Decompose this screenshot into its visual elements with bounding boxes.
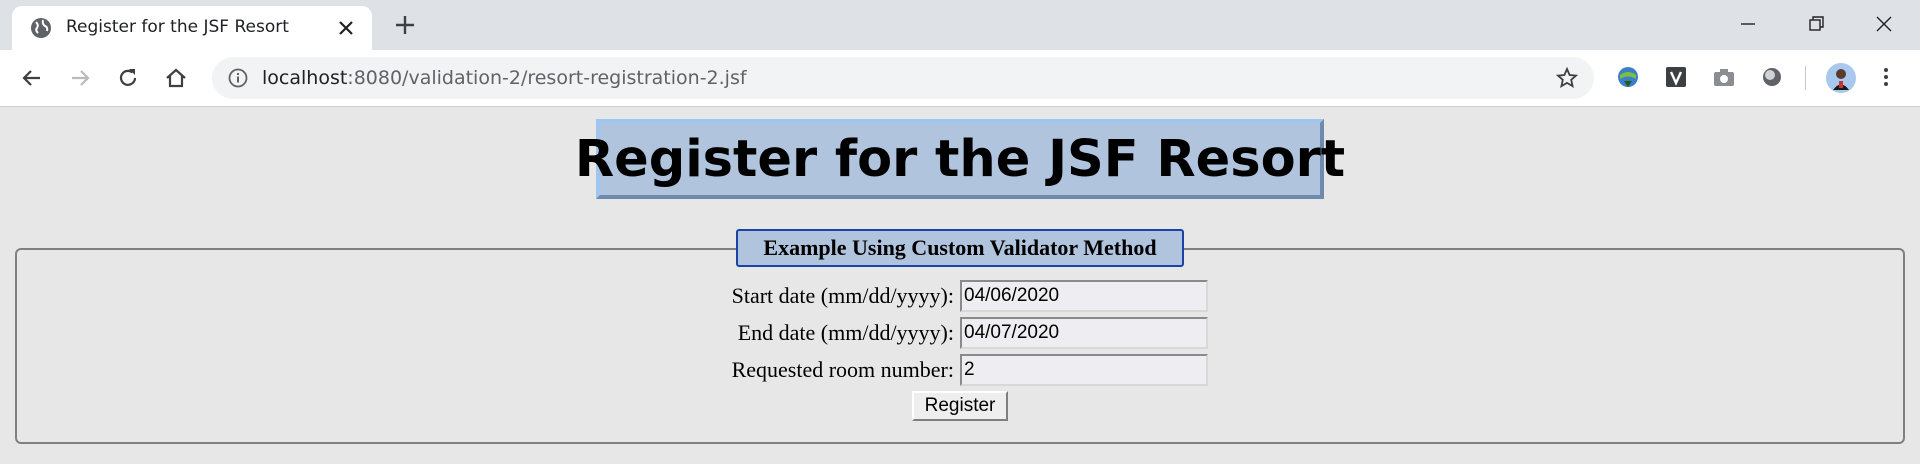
url-host: localhost	[262, 67, 348, 89]
circle-extension-icon[interactable]	[1758, 63, 1786, 91]
bookmark-star-icon[interactable]	[1556, 67, 1578, 89]
home-icon[interactable]	[162, 64, 190, 92]
close-window-icon[interactable]	[1870, 10, 1898, 38]
globe-icon	[31, 18, 51, 38]
toolbar-separator	[1805, 66, 1806, 90]
page-content: Register for the JSF Resort Example Usin…	[0, 107, 1920, 464]
room-number-label: Requested room number:	[731, 357, 954, 382]
start-date-label: Start date (mm/dd/yyyy):	[731, 283, 954, 308]
room-number-input[interactable]	[960, 354, 1208, 386]
back-arrow-icon[interactable]	[18, 64, 46, 92]
page-title: Register for the JSF Resort	[574, 129, 1346, 189]
url-text: localhost:8080/validation-2/resort-regis…	[262, 67, 747, 89]
tab-title: Register for the JSF Resort	[66, 17, 289, 37]
camera-icon[interactable]	[1710, 63, 1738, 91]
forward-arrow-icon[interactable]	[66, 64, 94, 92]
url-path: :8080/validation-2/resort-registration-2…	[347, 67, 747, 89]
reload-icon[interactable]	[114, 64, 142, 92]
avatar-icon[interactable]	[1825, 62, 1857, 94]
fieldset-legend: Example Using Custom Validator Method	[736, 229, 1184, 267]
download-manager-icon[interactable]	[1614, 63, 1642, 91]
browser-tab[interactable]: Register for the JSF Resort	[12, 6, 372, 50]
page-title-box: Register for the JSF Resort	[575, 119, 1345, 199]
address-bar[interactable]: localhost:8080/validation-2/resort-regis…	[212, 57, 1594, 99]
start-date-input[interactable]	[960, 280, 1208, 312]
restore-icon[interactable]	[1802, 10, 1830, 38]
end-date-label: End date (mm/dd/yyyy):	[737, 320, 954, 345]
tab-close-icon[interactable]	[334, 16, 358, 40]
v-extension-icon[interactable]	[1662, 63, 1690, 91]
browser-toolbar: localhost:8080/validation-2/resort-regis…	[0, 50, 1920, 107]
new-tab-plus-icon[interactable]	[392, 12, 418, 38]
end-date-input[interactable]	[960, 317, 1208, 349]
minimize-icon[interactable]	[1734, 10, 1762, 38]
register-button[interactable]: Register	[912, 391, 1008, 421]
kebab-menu-icon[interactable]	[1872, 63, 1900, 91]
info-icon[interactable]	[228, 68, 248, 88]
tab-strip: Register for the JSF Resort	[0, 0, 1920, 50]
